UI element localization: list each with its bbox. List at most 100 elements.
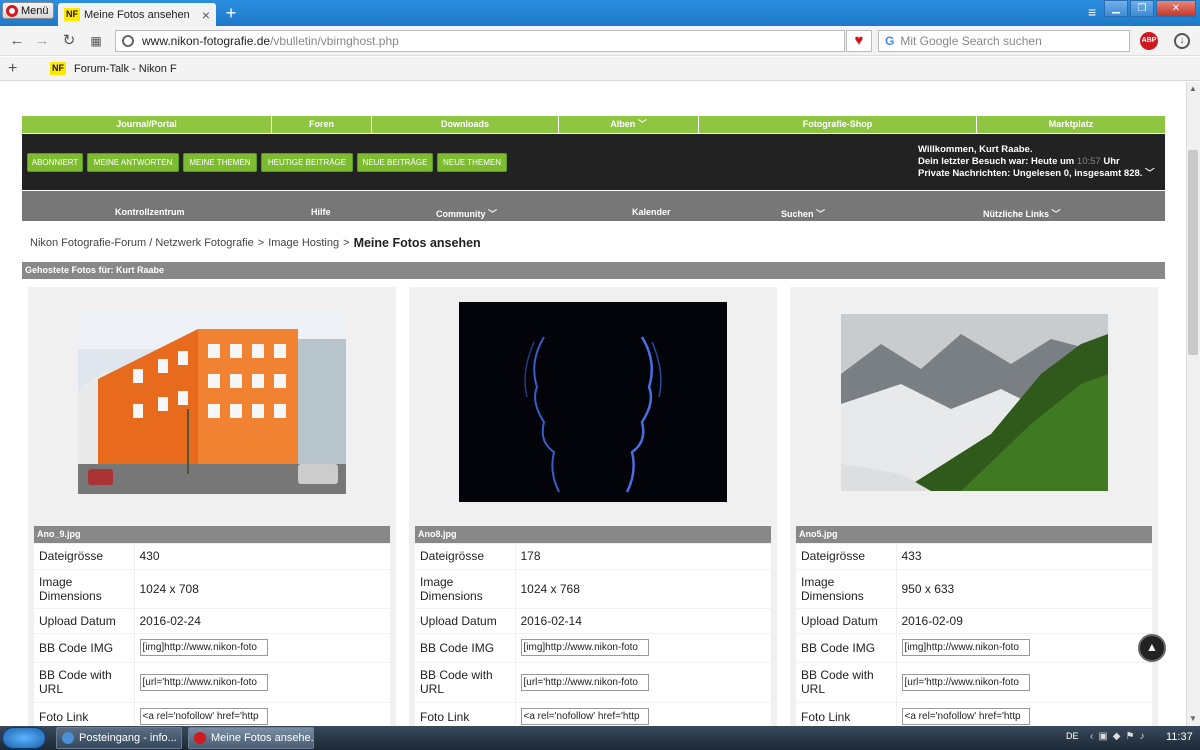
page-title: Meine Fotos ansehen xyxy=(353,236,481,250)
add-bookmark-icon[interactable]: + xyxy=(8,60,24,78)
bb-code-url-field[interactable] xyxy=(520,673,649,691)
photo-link-field[interactable] xyxy=(520,708,649,725)
google-icon: G xyxy=(885,34,895,48)
photo-info-table: Dateigrösse 433 Image Dimensions 950 x 633… xyxy=(796,544,1152,732)
photo-thumbnail[interactable] xyxy=(841,314,1108,491)
maximize-icon[interactable]: ❐ xyxy=(1130,0,1154,17)
reload-icon[interactable]: ↻ xyxy=(60,32,78,50)
tray-expand-icon[interactable]: ‹ xyxy=(1090,731,1093,742)
opera-icon xyxy=(194,732,206,744)
download-icon[interactable]: ↓ xyxy=(1174,33,1190,49)
taskbar-item-mail[interactable]: Posteingang - info... xyxy=(56,727,182,749)
url-path: /vbulletin/vbimghost.php xyxy=(270,34,399,48)
bb-code-img-field[interactable] xyxy=(520,639,649,656)
tab-close-icon[interactable]: × xyxy=(202,7,210,23)
subnav-nuetzliche-links[interactable]: Nützliche Links ﹀ xyxy=(983,207,1061,220)
photo-thumbnail[interactable] xyxy=(78,309,346,494)
tab-favicon-icon: NF xyxy=(64,8,80,21)
photo-link-field[interactable] xyxy=(901,708,1030,725)
photo-info-table: Dateigrösse 178 Image Dimensions 1024 x 76… xyxy=(415,544,771,732)
file-name: Ano8.jpg xyxy=(415,526,771,543)
opera-menu-button[interactable]: Menü xyxy=(2,2,54,19)
btn-meine-themen[interactable]: MEINE THEMEN xyxy=(183,153,257,172)
nav-journal[interactable]: Journal/Portal xyxy=(22,116,272,133)
file-name: Ano_9.jpg xyxy=(34,526,390,543)
breadcrumb-forum[interactable]: Nikon Fotografie-Forum / Netzwerk Fotogr… xyxy=(30,237,254,249)
subnav-kontrollzentrum[interactable]: Kontrollzentrum xyxy=(115,207,185,217)
opera-logo-icon xyxy=(6,4,18,17)
close-window-icon[interactable]: ✕ xyxy=(1156,0,1196,17)
bookmark-item[interactable]: Forum-Talk - Nikon F xyxy=(74,63,177,75)
hosted-photos-header: Gehostete Fotos für: Kurt Raabe xyxy=(22,262,1165,279)
btn-meine-antworten[interactable]: MEINE ANTWORTEN xyxy=(87,153,179,172)
bookmark-favicon-icon: NF xyxy=(50,62,66,75)
search-placeholder: Mit Google Search suchen xyxy=(900,34,1042,48)
menu-label: Menü xyxy=(21,4,49,17)
bb-code-url-field[interactable] xyxy=(139,673,268,691)
btn-abonniert[interactable]: ABONNIERT xyxy=(27,153,83,172)
welcome-box: Willkommen, Kurt Raabe. Dein letzter Bes… xyxy=(918,144,1155,179)
nav-shop[interactable]: Fotografie-Shop xyxy=(699,116,977,133)
btn-neue-beitraege[interactable]: NEUE BEITRÄGE xyxy=(357,153,433,172)
private-messages-link[interactable]: Private Nachrichten: Ungelesen 0, insges… xyxy=(918,168,1142,179)
flag-icon[interactable]: ⚑ xyxy=(1126,731,1135,742)
url-bar[interactable]: www.nikon-fotografie.de/vbulletin/vbimgh… xyxy=(115,30,845,52)
url-domain: www.nikon-fotografie.de xyxy=(142,34,271,48)
subnav-suchen[interactable]: Suchen ﹀ xyxy=(781,207,825,220)
scroll-up-icon[interactable]: ▲ xyxy=(1186,82,1200,96)
language-indicator[interactable]: DE xyxy=(1066,731,1079,741)
scrollbar-thumb[interactable] xyxy=(1188,150,1198,355)
photo-link-field[interactable] xyxy=(139,708,268,725)
last-visit-time: 10:57 xyxy=(1076,156,1101,167)
search-input[interactable]: G Mit Google Search suchen xyxy=(878,30,1130,52)
bb-code-url-field[interactable] xyxy=(901,673,1030,691)
bookmarks-bar: + NF Forum-Talk - Nikon F xyxy=(0,57,1200,81)
btn-neue-themen[interactable]: NEUE THEMEN xyxy=(437,153,507,172)
file-name: Ano5.jpg xyxy=(796,526,1152,543)
volume-icon[interactable]: ♪ xyxy=(1139,731,1144,742)
subnav-hilfe[interactable]: Hilfe xyxy=(311,207,331,217)
window-controls: ▁ ❐ ✕ xyxy=(1104,0,1196,17)
site-info-icon[interactable] xyxy=(122,35,134,47)
system-tray: ‹ ▣ ◆ ⚑ ♪ xyxy=(1090,731,1144,742)
nav-foren[interactable]: Foren xyxy=(272,116,372,133)
breadcrumb-image-hosting[interactable]: Image Hosting xyxy=(268,237,339,249)
tab-title: Meine Fotos ansehen xyxy=(84,8,190,21)
tray-app-icon[interactable]: ◆ xyxy=(1113,731,1121,742)
nav-downloads[interactable]: Downloads xyxy=(372,116,559,133)
nav-marktplatz[interactable]: Marktplatz xyxy=(977,116,1165,133)
tab-menu-icon[interactable]: ≡ xyxy=(1088,4,1096,20)
clock[interactable]: 11:37 xyxy=(1166,731,1193,743)
sub-nav: Kontrollzentrum Hilfe Community ﹀ Kalend… xyxy=(22,191,1165,221)
scroll-top-icon[interactable]: ▲ xyxy=(1138,634,1166,662)
subnav-kalender[interactable]: Kalender xyxy=(632,207,671,217)
new-tab-button[interactable]: + xyxy=(222,4,240,22)
breadcrumb: Nikon Fotografie-Forum / Netzwerk Fotogr… xyxy=(30,236,481,250)
speed-dial-icon[interactable]: ▦ xyxy=(87,32,105,50)
minimize-icon[interactable]: ▁ xyxy=(1104,0,1128,17)
photo-thumbnail[interactable] xyxy=(459,302,727,502)
photo-info-table: Dateigrösse 430 Image Dimensions 1024 x 70… xyxy=(34,544,390,732)
taskbar-item-browser[interactable]: Meine Fotos ansehe... xyxy=(188,727,314,749)
adblock-icon[interactable]: ABP xyxy=(1140,32,1158,50)
photo-card: Ano_9.jpg Dateigrösse 430 Image Dimension… xyxy=(28,287,396,732)
welcome-line: Willkommen, Kurt Raabe. xyxy=(918,144,1033,155)
back-icon[interactable]: ← xyxy=(8,32,26,50)
scroll-down-icon[interactable]: ▼ xyxy=(1186,712,1200,726)
network-icon[interactable]: ▣ xyxy=(1098,731,1107,742)
chevron-down-icon: ﹀ xyxy=(1145,168,1155,179)
btn-heutige-beitraege[interactable]: HEUTIGE BEITRÄGE xyxy=(261,153,353,172)
chevron-down-icon: ﹀ xyxy=(637,119,647,129)
photo-card: Ano5.jpg Dateigrösse 433 Image Dimensions… xyxy=(790,287,1158,732)
photo-card: Ano8.jpg Dateigrösse 178 Image Dimensions… xyxy=(409,287,777,732)
bb-code-img-field[interactable] xyxy=(139,639,268,656)
browser-tab[interactable]: NF Meine Fotos ansehen × xyxy=(58,3,216,26)
mail-icon xyxy=(62,732,74,744)
forward-icon[interactable]: → xyxy=(33,32,51,50)
bb-code-img-field[interactable] xyxy=(901,639,1030,656)
heart-icon[interactable]: ♥ xyxy=(846,30,872,52)
subnav-community[interactable]: Community ﹀ xyxy=(436,207,497,220)
nav-alben[interactable]: Alben ﹀ xyxy=(559,116,699,133)
start-button[interactable] xyxy=(2,727,46,749)
site-top-nav: Journal/Portal Foren Downloads Alben ﹀ F… xyxy=(22,116,1165,133)
